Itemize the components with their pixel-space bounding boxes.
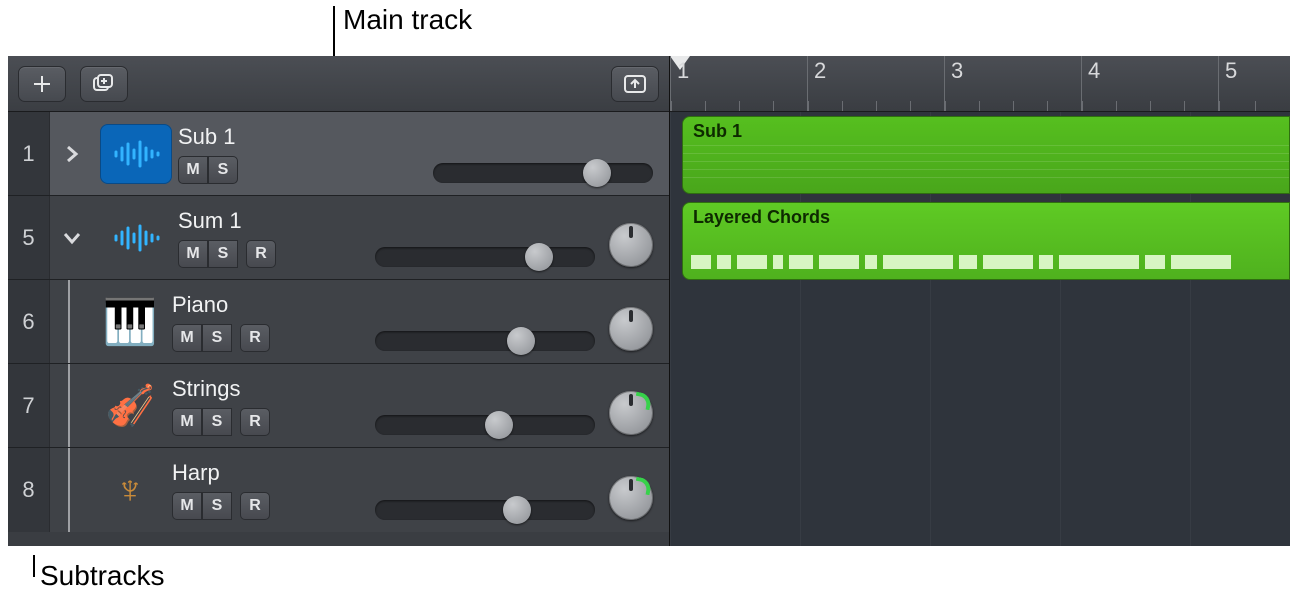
track-number: 5: [8, 196, 50, 279]
disclosure-toggle[interactable]: [50, 196, 94, 279]
solo-button[interactable]: S: [202, 408, 232, 436]
pan-knob[interactable]: [609, 391, 653, 435]
region-label: Sub 1: [693, 121, 742, 141]
timeline-pane[interactable]: 1 2 3 4 5 Sub 1 Layered Chords: [670, 56, 1290, 546]
track-toolbar: [8, 56, 669, 112]
track-row-subtrack[interactable]: 7 🎻 Strings M S R: [8, 364, 669, 448]
audio-wave-icon: [112, 140, 160, 168]
volume-slider[interactable]: [433, 163, 653, 183]
mute-button[interactable]: M: [172, 492, 202, 520]
solo-button[interactable]: S: [202, 492, 232, 520]
subtrack-bracket: [68, 448, 88, 532]
track-number: 6: [8, 280, 50, 363]
ruler-mark: 1: [677, 58, 689, 83]
chevron-down-icon: [63, 231, 81, 245]
subtrack-bracket: [68, 280, 88, 363]
stack-plus-icon: [93, 74, 115, 94]
mute-button[interactable]: M: [172, 324, 202, 352]
track-header-pane: 1: [8, 56, 670, 546]
pan-knob[interactable]: [609, 223, 653, 267]
annotation-subtracks: Subtracks: [40, 560, 165, 592]
track-name-label: Sum 1: [178, 208, 338, 234]
disclosure-toggle[interactable]: [50, 112, 94, 195]
ruler-mark: 4: [1088, 58, 1100, 83]
track-instrument-icon[interactable]: [100, 208, 172, 268]
midi-notes-icon: [691, 239, 1281, 269]
solo-button[interactable]: S: [202, 324, 232, 352]
arrangement-area[interactable]: Sub 1 Layered Chords: [670, 112, 1290, 546]
track-instrument-icon[interactable]: 🎹: [94, 292, 166, 352]
add-track-button[interactable]: [18, 66, 66, 102]
pan-knob[interactable]: [609, 307, 653, 351]
region-label: Layered Chords: [693, 207, 830, 227]
ruler-mark: 5: [1225, 58, 1237, 83]
ruler-mark: 3: [951, 58, 963, 83]
chevron-right-icon: [65, 145, 79, 163]
plus-icon: [32, 74, 52, 94]
waveform-icon: [683, 145, 1289, 185]
slider-thumb[interactable]: [507, 327, 535, 355]
solo-button[interactable]: S: [208, 156, 238, 184]
slider-thumb[interactable]: [583, 159, 611, 187]
daw-window: 1: [8, 56, 1290, 546]
midi-region[interactable]: Layered Chords: [682, 202, 1290, 280]
audio-region[interactable]: Sub 1: [682, 116, 1290, 194]
slider-thumb[interactable]: [525, 243, 553, 271]
track-row-subtrack[interactable]: 6 🎹 Piano M S R: [8, 280, 669, 364]
track-instrument-icon[interactable]: 🎻: [94, 376, 166, 436]
solo-button[interactable]: S: [208, 240, 238, 268]
track-name-label: Strings: [172, 376, 332, 402]
timeline-ruler[interactable]: 1 2 3 4 5: [670, 56, 1290, 112]
track-number: 1: [8, 112, 50, 195]
track-instrument-icon[interactable]: ♆: [94, 460, 166, 520]
track-row[interactable]: 1: [8, 112, 669, 196]
record-button[interactable]: R: [240, 408, 270, 436]
volume-slider[interactable]: [375, 415, 595, 435]
track-name-label: Harp: [172, 460, 332, 486]
track-name-label: Piano: [172, 292, 332, 318]
track-row[interactable]: 5: [8, 196, 669, 280]
annotation-main-track: Main track: [343, 4, 472, 36]
mute-button[interactable]: M: [178, 156, 208, 184]
pan-knob[interactable]: [609, 476, 653, 520]
audio-wave-icon: [112, 224, 160, 252]
record-button[interactable]: R: [240, 324, 270, 352]
mute-button[interactable]: M: [178, 240, 208, 268]
track-list: 1: [8, 112, 669, 546]
annotation-subtracks-line: [33, 555, 35, 577]
slider-thumb[interactable]: [503, 496, 531, 524]
slider-thumb[interactable]: [485, 411, 513, 439]
track-number: 7: [8, 364, 50, 447]
record-button[interactable]: R: [246, 240, 276, 268]
duplicate-track-button[interactable]: [80, 66, 128, 102]
volume-slider[interactable]: [375, 331, 595, 351]
collapse-button[interactable]: [611, 66, 659, 102]
track-row-subtrack[interactable]: 8 ♆ Harp M S R: [8, 448, 669, 532]
mute-button[interactable]: M: [172, 408, 202, 436]
track-number: 8: [8, 448, 50, 532]
record-button[interactable]: R: [240, 492, 270, 520]
volume-slider[interactable]: [375, 500, 595, 520]
volume-slider[interactable]: [375, 247, 595, 267]
collapse-icon: [624, 75, 646, 93]
track-instrument-icon[interactable]: [100, 124, 172, 184]
track-name-label: Sub 1: [178, 124, 338, 150]
subtrack-bracket: [68, 364, 88, 447]
ruler-mark: 2: [814, 58, 826, 83]
